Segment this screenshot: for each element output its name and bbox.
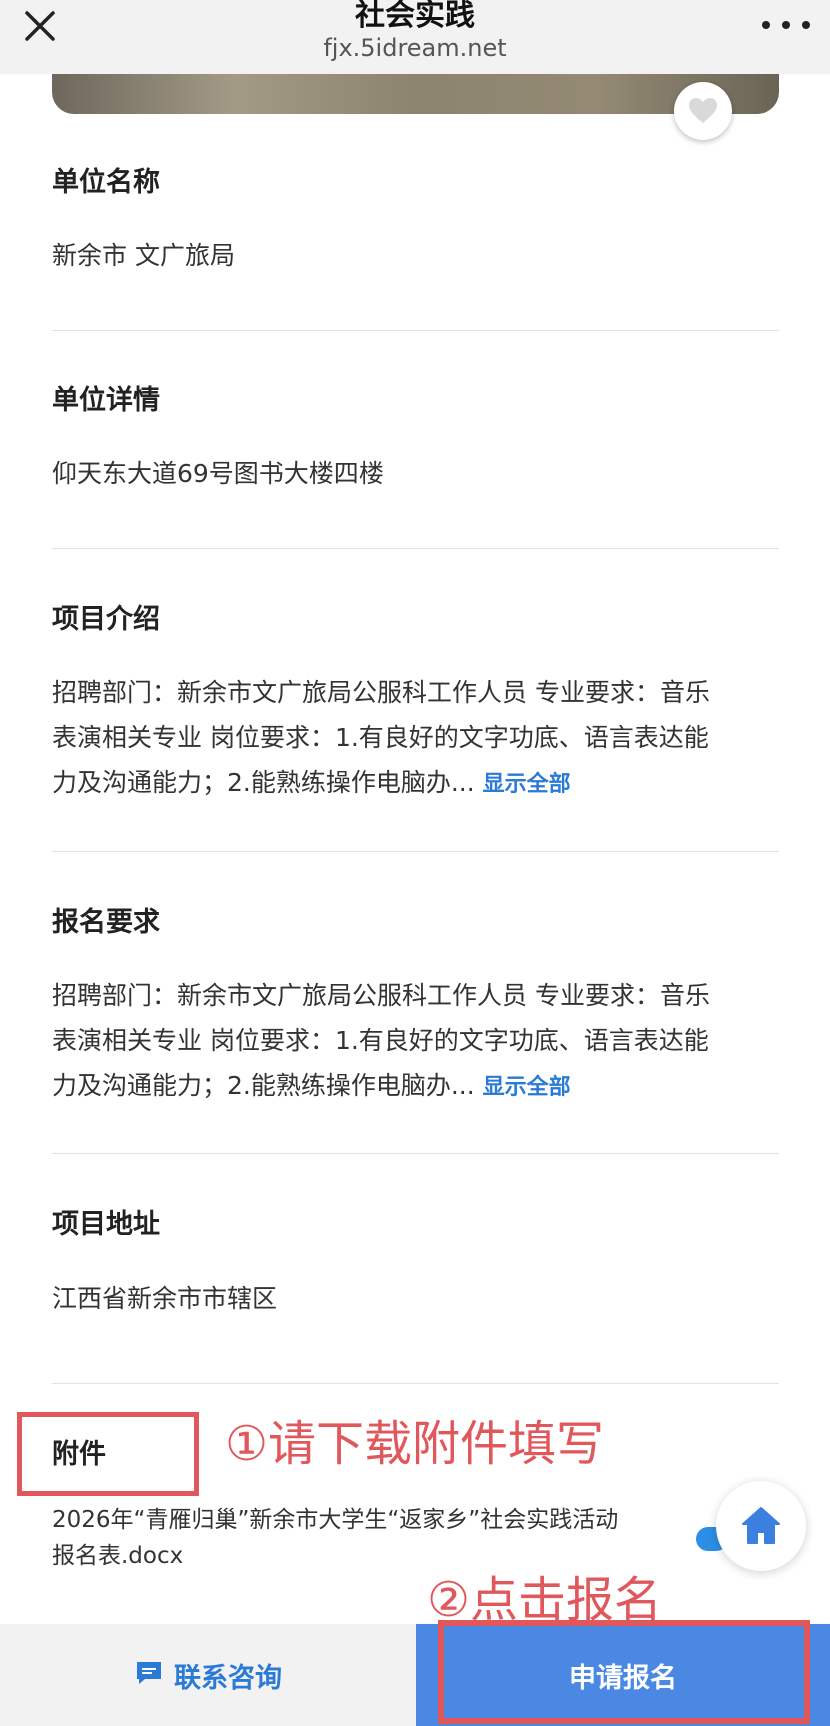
project-intro-line: 招聘部门：新余市文广旅局公服科工作人员 专业要求：音乐 — [52, 678, 710, 707]
page-title: 社会实践 — [355, 0, 475, 33]
consult-button[interactable]: 联系咨询 — [0, 1624, 416, 1726]
project-intro-label: 项目介绍 — [52, 604, 160, 635]
attachment-file-line2[interactable]: 报名表.docx — [52, 1538, 779, 1574]
project-intro-line: 表演相关专业 岗位要求：1.有良好的文字功底、语言表达能 — [52, 723, 709, 752]
divider — [52, 851, 779, 852]
unit-name-section: 单位名称 — [52, 160, 779, 199]
unit-name-value: 新余市 文广旅局 — [52, 241, 235, 270]
divider — [52, 1153, 779, 1154]
show-all-link[interactable]: 显示全部 — [483, 772, 571, 797]
annotation-box-apply — [438, 1620, 810, 1724]
signup-req-label: 报名要求 — [52, 907, 160, 938]
project-address-label: 项目地址 — [52, 1209, 160, 1240]
home-icon[interactable] — [716, 1481, 806, 1571]
project-address-section: 项目地址 — [52, 1202, 779, 1241]
signup-req-line: 表演相关专业 岗位要求：1.有良好的文字功底、语言表达能 — [52, 1026, 709, 1055]
unit-detail-value: 仰天东大道69号图书大楼四楼 — [52, 459, 384, 488]
unit-detail-section: 单位详情 — [52, 378, 779, 417]
unit-name-label: 单位名称 — [52, 167, 160, 198]
signup-req-text: 招聘部门：新余市文广旅局公服科工作人员 专业要求：音乐 表演相关专业 岗位要求：… — [52, 973, 779, 1110]
unit-detail-label: 单位详情 — [52, 385, 160, 416]
unit-detail-value-wrap: 仰天东大道69号图书大楼四楼 — [52, 451, 779, 496]
consult-label: 联系咨询 — [174, 1662, 282, 1694]
divider — [52, 548, 779, 549]
signup-req-line: 力及沟通能力；2.能熟练操作电脑办... — [52, 1071, 475, 1100]
annotation-step1: ①请下载附件填写 — [225, 1416, 605, 1472]
more-icon[interactable] — [762, 18, 810, 32]
project-intro-text: 招聘部门：新余市文广旅局公服科工作人员 专业要求：音乐 表演相关专业 岗位要求：… — [52, 670, 779, 807]
attachment-file[interactable]: 2026年“青雁归巢”新余市大学生“返家乡”社会实践活动 报名表.docx — [52, 1502, 779, 1574]
heart-icon[interactable] — [674, 82, 732, 140]
project-intro-section: 项目介绍 — [52, 597, 779, 636]
unit-name-value-wrap: 新余市 文广旅局 — [52, 233, 779, 278]
page-url: fjx.5idream.net — [323, 34, 507, 62]
show-all-link[interactable]: 显示全部 — [483, 1075, 571, 1100]
divider — [52, 330, 779, 331]
banner-image — [52, 74, 779, 114]
project-intro-line: 力及沟通能力；2.能熟练操作电脑办... — [52, 768, 475, 797]
project-address-value: 江西省新余市市辖区 — [52, 1284, 278, 1313]
chat-icon — [134, 1659, 164, 1691]
attachment-file-line1[interactable]: 2026年“青雁归巢”新余市大学生“返家乡”社会实践活动 — [52, 1502, 779, 1538]
signup-req-section: 报名要求 — [52, 900, 779, 939]
divider — [52, 1383, 779, 1384]
project-address-value-wrap: 江西省新余市市辖区 — [52, 1276, 779, 1321]
annotation-box-attachment — [17, 1412, 199, 1496]
top-bar: 社会实践 fjx.5idream.net — [0, 0, 830, 74]
signup-req-line: 招聘部门：新余市文广旅局公服科工作人员 专业要求：音乐 — [52, 981, 710, 1010]
